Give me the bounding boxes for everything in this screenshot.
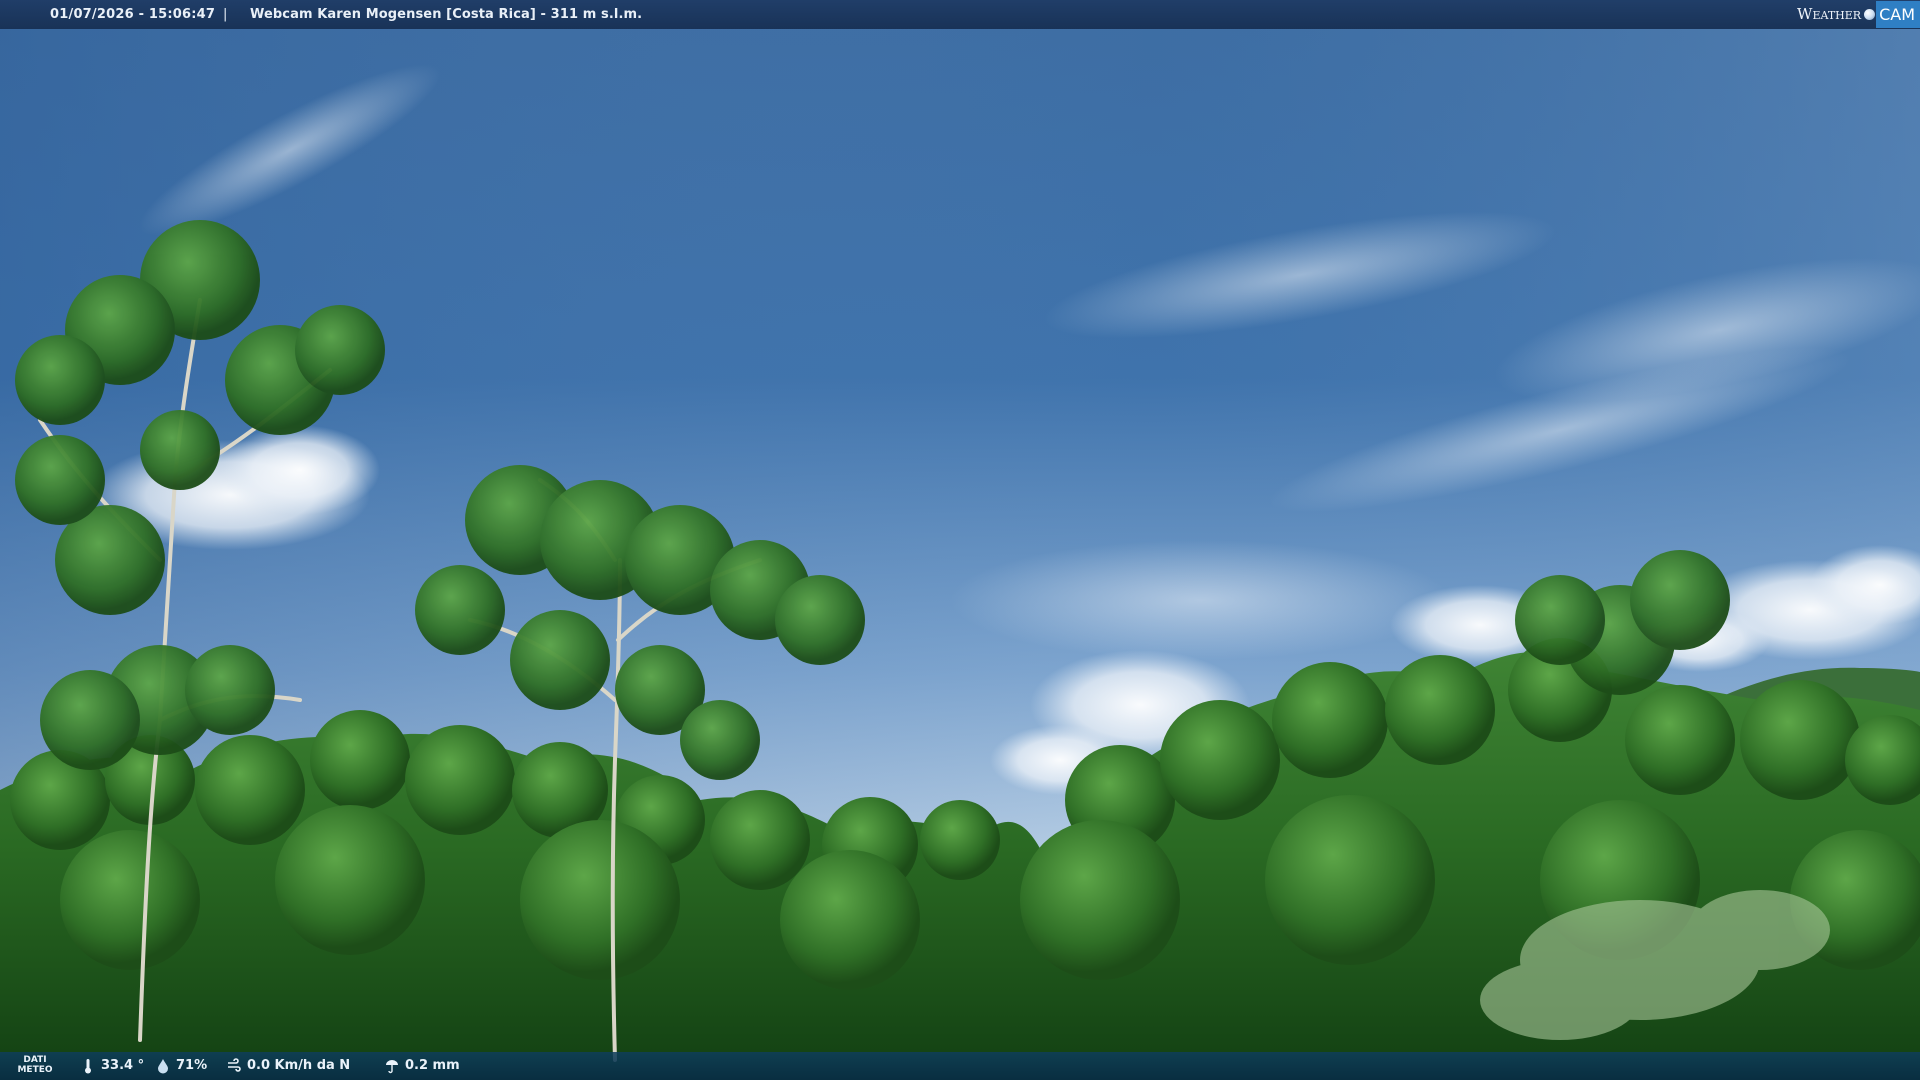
weather-label-line1: DATI [23, 1055, 47, 1065]
logo-dot-icon [1864, 9, 1876, 20]
wind-reading: 0.0 Km/h da N [226, 1052, 350, 1080]
rain-value: 0.2 mm [405, 1058, 460, 1073]
temperature-value: 33.4 ° [101, 1058, 145, 1073]
wind-icon [228, 1058, 241, 1072]
temperature-reading: 33.4 ° [80, 1052, 144, 1080]
rain-reading: 0.2 mm [384, 1052, 460, 1080]
webcam-image [0, 0, 1920, 1080]
rain-gauge-icon [386, 1060, 398, 1074]
thermometer-icon [85, 1059, 91, 1074]
logo-text-cam: CAM [1876, 1, 1920, 28]
humidity-reading: 71% [155, 1052, 207, 1080]
webcam-viewer: 01/07/2026 - 15:06:47 | Webcam Karen Mog… [0, 0, 1920, 1080]
webcam-title: Webcam Karen Mogensen [Costa Rica] - 311… [250, 7, 643, 22]
weathercam-logo: Weather CAM [1797, 1, 1920, 28]
wind-value: 0.0 Km/h da N [247, 1058, 351, 1073]
weather-data-bar: DATI METEO 33.4 ° 71% 0.0 Km/h da N 0.2 … [0, 1052, 1920, 1080]
top-info-bar: 01/07/2026 - 15:06:47 | Webcam Karen Mog… [0, 0, 1920, 29]
weather-label-line2: METEO [17, 1065, 53, 1075]
humidity-value: 71% [176, 1058, 208, 1073]
capture-datetime: 01/07/2026 - 15:06:47 [50, 7, 216, 22]
logo-text-weather: Weather [1797, 5, 1862, 23]
weather-data-label: DATI METEO [14, 1055, 56, 1075]
header-separator: | [223, 7, 228, 22]
humidity-icon [158, 1059, 168, 1074]
